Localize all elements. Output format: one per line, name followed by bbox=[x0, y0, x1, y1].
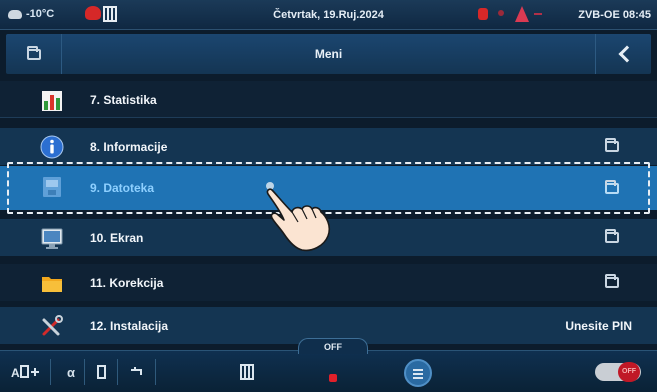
correction-folder-icon bbox=[42, 277, 62, 292]
tap-icon bbox=[131, 367, 142, 375]
menu-item-label: 10. Ekran bbox=[90, 231, 144, 245]
date-display: Četvrtak, 19.Ruj.2024 bbox=[273, 9, 384, 21]
menu-item-label: 12. Instalacija bbox=[90, 319, 169, 333]
alpha-button[interactable]: α bbox=[62, 361, 80, 383]
alpha-icon: α bbox=[67, 364, 75, 380]
boiler-button[interactable] bbox=[92, 361, 110, 383]
folder-icon bbox=[605, 138, 619, 152]
installation-tools-icon bbox=[42, 315, 63, 336]
status-bar: -10°C Četvrtak, 19.Ruj.2024 ZVB-OE 08:45 bbox=[0, 0, 657, 30]
off-indicator-icon bbox=[329, 374, 337, 382]
menu-item-label: 11. Korekcija bbox=[90, 276, 164, 290]
boiler-icon bbox=[96, 365, 106, 379]
menu-header: Meni bbox=[0, 30, 657, 76]
menu-button[interactable] bbox=[404, 359, 432, 387]
menu-item-statistika[interactable]: 7. Statistika bbox=[0, 81, 657, 118]
thermometer-icon bbox=[478, 8, 488, 20]
radiator-button[interactable] bbox=[236, 361, 258, 383]
back-button[interactable] bbox=[595, 34, 651, 74]
pointing-hand-icon bbox=[266, 182, 331, 252]
mode-auto-icon: A bbox=[11, 365, 39, 380]
info-icon bbox=[40, 135, 64, 159]
radiator-icon bbox=[240, 364, 254, 380]
menu-item-label: 8. Informacije bbox=[90, 140, 168, 154]
tap-water-button[interactable] bbox=[128, 361, 148, 383]
menu-item-label: 7. Statistika bbox=[90, 93, 157, 107]
page-title: Meni bbox=[314, 47, 343, 61]
folder-icon bbox=[605, 229, 619, 243]
device-time: ZVB-OE 08:45 bbox=[578, 9, 651, 21]
statistics-icon bbox=[42, 91, 62, 111]
heating-mode-button[interactable]: A bbox=[10, 361, 42, 383]
dash-icon bbox=[534, 13, 542, 15]
status-dot-icon bbox=[498, 10, 504, 16]
power-toggle-knob: OFF bbox=[618, 362, 640, 382]
enter-pin-hint: Unesite PIN bbox=[565, 319, 632, 333]
menu-item-korekcija[interactable]: 11. Korekcija bbox=[0, 264, 657, 301]
svg-text:A: A bbox=[11, 366, 20, 380]
folder-icon bbox=[605, 274, 619, 288]
menu-item-informacije[interactable]: 8. Informacije bbox=[0, 128, 657, 165]
chevron-left-icon bbox=[618, 45, 635, 63]
screen-icon bbox=[41, 228, 63, 249]
bottom-toolbar: A α bbox=[0, 350, 657, 392]
off-status-tab[interactable]: OFF bbox=[298, 338, 368, 354]
